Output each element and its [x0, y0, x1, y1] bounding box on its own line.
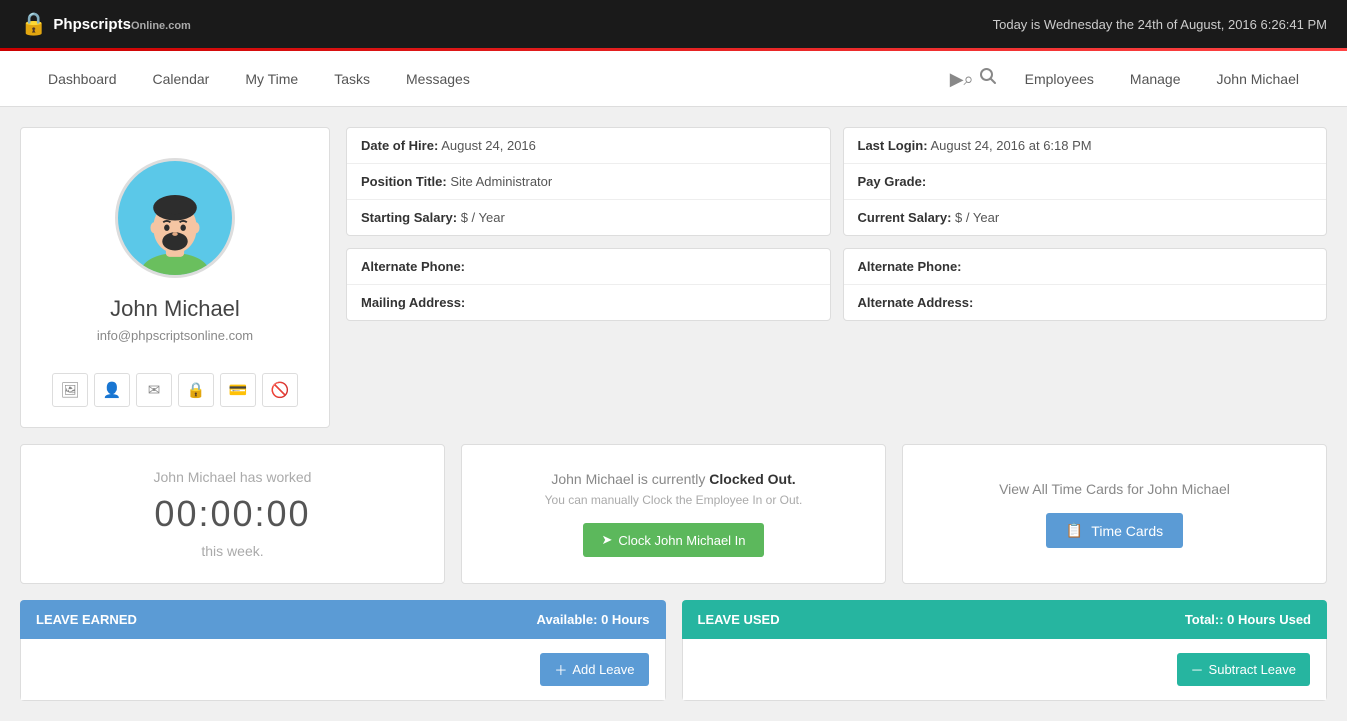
info-card-address-right: Alternate Phone: Alternate Address:: [843, 248, 1328, 321]
pay-grade-field: Pay Grade:: [844, 164, 1327, 200]
clock-in-icon: ➤: [601, 532, 612, 548]
timecards-button[interactable]: 📋 Time Cards: [1046, 513, 1183, 548]
payment-button[interactable]: 💳: [220, 373, 256, 407]
brand-name: PhpscriptsOnline.com: [53, 16, 190, 33]
timecards-title: View All Time Cards for John Michael: [999, 480, 1230, 500]
avatar: [115, 158, 235, 278]
nav-item-user[interactable]: John Michael: [1199, 51, 1318, 107]
clock-status: John Michael is currently Clocked Out.: [551, 471, 795, 487]
block-button[interactable]: 🚫: [262, 373, 298, 407]
nav-item-dashboard[interactable]: Dashboard: [30, 51, 135, 107]
worked-card: John Michael has worked 00:00:00 this we…: [20, 444, 445, 584]
worked-prefix: John Michael has worked: [154, 469, 312, 485]
worked-suffix: this week.: [201, 543, 263, 559]
timecards-icon: 📋: [1066, 522, 1083, 539]
search-icon[interactable]: ▶⌕: [940, 67, 1007, 90]
leave-used-title: LEAVE USED: [698, 612, 780, 627]
nav-item-messages[interactable]: Messages: [388, 51, 488, 107]
lock-button[interactable]: 🔒: [178, 373, 214, 407]
leave-earned-card: LEAVE EARNED Available: 0 Hours ＋ Add Le…: [20, 600, 666, 701]
time-display: 00:00:00: [154, 493, 310, 535]
alt-address-field: Alternate Address:: [844, 285, 1327, 320]
profile-actions: 🖼 👤 ✉ 🔒 💳 🚫: [52, 373, 298, 407]
profile-card: John Michael info@phpscriptsonline.com 🖼…: [20, 127, 330, 428]
last-login-field: Last Login: August 24, 2016 at 6:18 PM: [844, 128, 1327, 164]
add-leave-button[interactable]: ＋ Add Leave: [540, 653, 648, 686]
info-row-top: Date of Hire: August 24, 2016 Position T…: [346, 127, 1327, 236]
clock-card: John Michael is currently Clocked Out. Y…: [461, 444, 886, 584]
profile-button[interactable]: 👤: [94, 373, 130, 407]
leave-used-total: Total:: 0 Hours Used: [1185, 612, 1311, 627]
email-button[interactable]: ✉: [136, 373, 172, 407]
leave-used-header: LEAVE USED Total:: 0 Hours Used: [682, 600, 1328, 639]
starting-salary-field: Starting Salary: $ / Year: [347, 200, 830, 235]
logo: 🔒 PhpscriptsOnline.com: [20, 11, 191, 37]
topbar: 🔒 PhpscriptsOnline.com Today is Wednesda…: [0, 0, 1347, 48]
leave-used-body: － Subtract Leave: [682, 639, 1328, 701]
alt-phone-right-field: Alternate Phone:: [844, 249, 1327, 285]
datetime-display: Today is Wednesday the 24th of August, 2…: [993, 17, 1327, 32]
leave-earned-title: LEAVE EARNED: [36, 612, 137, 627]
info-row-bottom: Alternate Phone: Mailing Address: Altern…: [346, 248, 1327, 321]
date-of-hire-field: Date of Hire: August 24, 2016: [347, 128, 830, 164]
profile-name: John Michael: [110, 296, 240, 322]
leave-earned-available: Available: 0 Hours: [537, 612, 650, 627]
info-section: Date of Hire: August 24, 2016 Position T…: [346, 127, 1327, 428]
photo-button[interactable]: 🖼: [52, 373, 88, 407]
main-content: John Michael info@phpscriptsonline.com 🖼…: [0, 107, 1347, 721]
info-card-right: Last Login: August 24, 2016 at 6:18 PM P…: [843, 127, 1328, 236]
nav-item-my-time[interactable]: My Time: [227, 51, 316, 107]
leave-used-card: LEAVE USED Total:: 0 Hours Used － Subtra…: [682, 600, 1328, 701]
nav-item-calendar[interactable]: Calendar: [135, 51, 228, 107]
subtract-leave-button[interactable]: － Subtract Leave: [1177, 653, 1310, 686]
nav-item-employees[interactable]: Employees: [1007, 51, 1112, 107]
info-card-address-left: Alternate Phone: Mailing Address:: [346, 248, 831, 321]
mailing-address-field: Mailing Address:: [347, 285, 830, 320]
lock-icon: 🔒: [20, 11, 47, 37]
bottom-row: John Michael has worked 00:00:00 this we…: [20, 444, 1327, 584]
current-salary-field: Current Salary: $ / Year: [844, 200, 1327, 235]
main-nav: Dashboard Calendar My Time Tasks Message…: [0, 51, 1347, 107]
top-row: John Michael info@phpscriptsonline.com 🖼…: [20, 127, 1327, 428]
leave-row: LEAVE EARNED Available: 0 Hours ＋ Add Le…: [20, 600, 1327, 701]
info-card-left: Date of Hire: August 24, 2016 Position T…: [346, 127, 831, 236]
leave-earned-body: ＋ Add Leave: [20, 639, 666, 701]
nav-item-tasks[interactable]: Tasks: [316, 51, 388, 107]
nav-right: Employees Manage John Michael: [1007, 51, 1317, 107]
leave-earned-header: LEAVE EARNED Available: 0 Hours: [20, 600, 666, 639]
profile-email: info@phpscriptsonline.com: [97, 328, 253, 343]
clock-in-button[interactable]: ➤ Clock John Michael In: [583, 523, 763, 557]
timecards-card: View All Time Cards for John Michael 📋 T…: [902, 444, 1327, 584]
position-title-field: Position Title: Site Administrator: [347, 164, 830, 200]
clock-sub-text: You can manually Clock the Employee In o…: [545, 493, 803, 507]
alt-phone-left-field: Alternate Phone:: [347, 249, 830, 285]
nav-item-manage[interactable]: Manage: [1112, 51, 1199, 107]
